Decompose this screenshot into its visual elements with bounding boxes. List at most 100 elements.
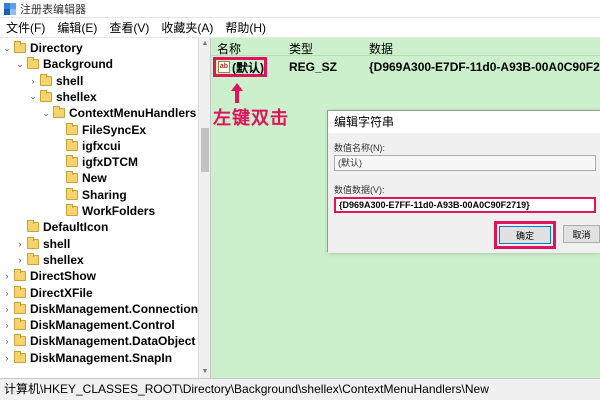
- expand-chevron-right-icon[interactable]: ›: [2, 301, 12, 317]
- tree-item-label: DefaultIcon: [43, 220, 109, 235]
- menu-view[interactable]: 查看(V): [103, 19, 155, 36]
- tree-item[interactable]: ⌄ Background: [15, 56, 113, 72]
- folder-icon: [27, 57, 39, 70]
- tree-item-label: shellex: [56, 89, 97, 104]
- column-header-name[interactable]: 名称: [217, 40, 241, 57]
- value-type: REG_SZ: [289, 60, 338, 74]
- folder-icon: [66, 122, 78, 135]
- scroll-down-arrow-icon[interactable]: ▼: [199, 366, 210, 378]
- column-header-type[interactable]: 类型: [289, 40, 313, 57]
- tree-item[interactable]: › DirectXFile: [2, 285, 93, 301]
- value-data-input[interactable]: {D969A300-E7FF-11d0-A93B-00A0C90F2719}: [334, 197, 596, 213]
- menu-bar: 文件(F) 编辑(E) 查看(V) 收藏夹(A) 帮助(H): [0, 18, 600, 38]
- tree-item-label: New: [82, 171, 107, 186]
- cancel-button[interactable]: 取消: [563, 225, 600, 243]
- folder-icon: [14, 334, 26, 347]
- annotation-text: 左键双击: [213, 108, 289, 128]
- expand-chevron-right-icon[interactable]: ›: [15, 252, 25, 268]
- tree-item[interactable]: › shell: [15, 236, 70, 252]
- folder-icon: [40, 73, 52, 86]
- tree-scrollbar[interactable]: ▲ ▼: [198, 38, 210, 378]
- tree-item[interactable]: ⌄ ContextMenuHandlers: [41, 105, 196, 121]
- tree-item-label: Directory: [30, 41, 83, 55]
- value-row-default[interactable]: ab (默认) REG_SZ {D969A300-E7DF-11d0-A93B-…: [211, 57, 600, 77]
- tree-item[interactable]: igfxcui: [54, 138, 121, 154]
- expand-chevron-right-icon[interactable]: ›: [2, 333, 12, 349]
- expand-chevron-down-icon[interactable]: ⌄: [2, 40, 12, 56]
- expand-chevron-right-icon[interactable]: ›: [2, 317, 12, 333]
- folder-icon: [14, 350, 26, 363]
- tree-item[interactable]: WorkFolders: [54, 203, 155, 219]
- folder-icon: [27, 220, 39, 233]
- expand-chevron-right-icon[interactable]: ›: [2, 285, 12, 301]
- tree-item[interactable]: Sharing: [54, 187, 127, 203]
- dialog-body: 数值名称(N): (默认) 数值数据(V): {D969A300-E7FF-11…: [328, 133, 600, 253]
- annotation-arrow-icon: [231, 83, 243, 103]
- tree-item[interactable]: › DiskManagement.DataObject: [2, 333, 195, 349]
- expand-chevron-right-icon[interactable]: ›: [2, 268, 12, 284]
- tree-item-label: DiskManagement.Connection: [30, 301, 199, 316]
- tree-item-label: shellex: [43, 252, 84, 267]
- value-data-label: 数值数据(V):: [334, 185, 385, 195]
- tree-item[interactable]: ⌄ shellex: [28, 89, 97, 105]
- value-name-label: 数值名称(N):: [334, 143, 385, 153]
- folder-icon: [14, 41, 26, 53]
- ok-button[interactable]: 确定: [499, 226, 551, 244]
- tree-item-label: igfxDTCM: [82, 155, 138, 170]
- menu-favorites[interactable]: 收藏夹(A): [155, 19, 219, 36]
- tree-item[interactable]: igfxDTCM: [54, 154, 138, 170]
- title-bar: 注册表编辑器: [0, 0, 600, 18]
- string-value-icon: ab: [218, 61, 230, 73]
- window-title: 注册表编辑器: [20, 3, 86, 16]
- tree-item[interactable]: › DiskManagement.SnapIn: [2, 350, 172, 366]
- menu-help[interactable]: 帮助(H): [219, 19, 272, 36]
- expand-chevron-down-icon[interactable]: ⌄: [41, 105, 51, 121]
- folder-icon: [53, 106, 65, 119]
- tree-item[interactable]: › shell: [28, 73, 83, 89]
- expand-chevron-right-icon[interactable]: ›: [28, 73, 38, 89]
- value-name: (默认): [232, 60, 264, 75]
- scroll-up-arrow-icon[interactable]: ▲: [199, 38, 210, 50]
- scroll-thumb[interactable]: [201, 128, 209, 172]
- tree-item[interactable]: › DiskManagement.Connection: [2, 301, 198, 317]
- registry-editor-icon: [4, 2, 16, 15]
- tree-item[interactable]: ⌄ Directory: [2, 40, 83, 56]
- tree-item-label: DiskManagement.DataObject: [30, 334, 196, 349]
- default-value-highlight[interactable]: ab (默认): [213, 57, 267, 77]
- menu-file[interactable]: 文件(F): [0, 19, 51, 36]
- tree-item-label: shell: [56, 73, 84, 88]
- expand-chevron-right-icon[interactable]: ›: [15, 236, 25, 252]
- status-bar-path: 计算机\HKEY_CLASSES_ROOT\Directory\Backgrou…: [0, 378, 600, 400]
- folder-icon: [14, 301, 26, 314]
- folder-icon: [66, 171, 78, 184]
- tree-item[interactable]: DefaultIcon: [15, 219, 108, 235]
- expand-chevron-right-icon[interactable]: ›: [2, 350, 12, 366]
- tree-item[interactable]: › DirectShow: [2, 268, 96, 284]
- tree-item[interactable]: › shellex: [15, 252, 84, 268]
- tree-item-label: FileSyncEx: [82, 122, 147, 137]
- tree-item[interactable]: New: [54, 170, 107, 186]
- tree-item[interactable]: FileSyncEx: [54, 122, 146, 138]
- list-header: 名称 类型 数据: [211, 38, 600, 56]
- tree-item-label: Background: [43, 57, 114, 72]
- expand-chevron-down-icon[interactable]: ⌄: [28, 89, 38, 105]
- folder-icon: [27, 236, 39, 249]
- expand-chevron-down-icon[interactable]: ⌄: [15, 56, 25, 72]
- tree-item[interactable]: › DiskManagement.Control: [2, 317, 175, 333]
- dialog-title: 编辑字符串: [328, 111, 600, 133]
- folder-icon: [14, 318, 26, 331]
- folder-icon: [27, 252, 39, 265]
- column-header-data[interactable]: 数据: [369, 40, 393, 57]
- menu-edit[interactable]: 编辑(E): [51, 19, 103, 36]
- tree-item-label: ContextMenuHandlers: [69, 106, 197, 121]
- key-tree-pane[interactable]: ⌄ Directory ⌄ Background › shell ⌄ shellex ⌄ Cont…: [0, 38, 211, 378]
- edit-string-dialog: 编辑字符串 数值名称(N): (默认) 数值数据(V): {D969A300-E…: [327, 110, 600, 253]
- tree-item-label: Sharing: [82, 187, 127, 202]
- folder-icon: [14, 269, 26, 282]
